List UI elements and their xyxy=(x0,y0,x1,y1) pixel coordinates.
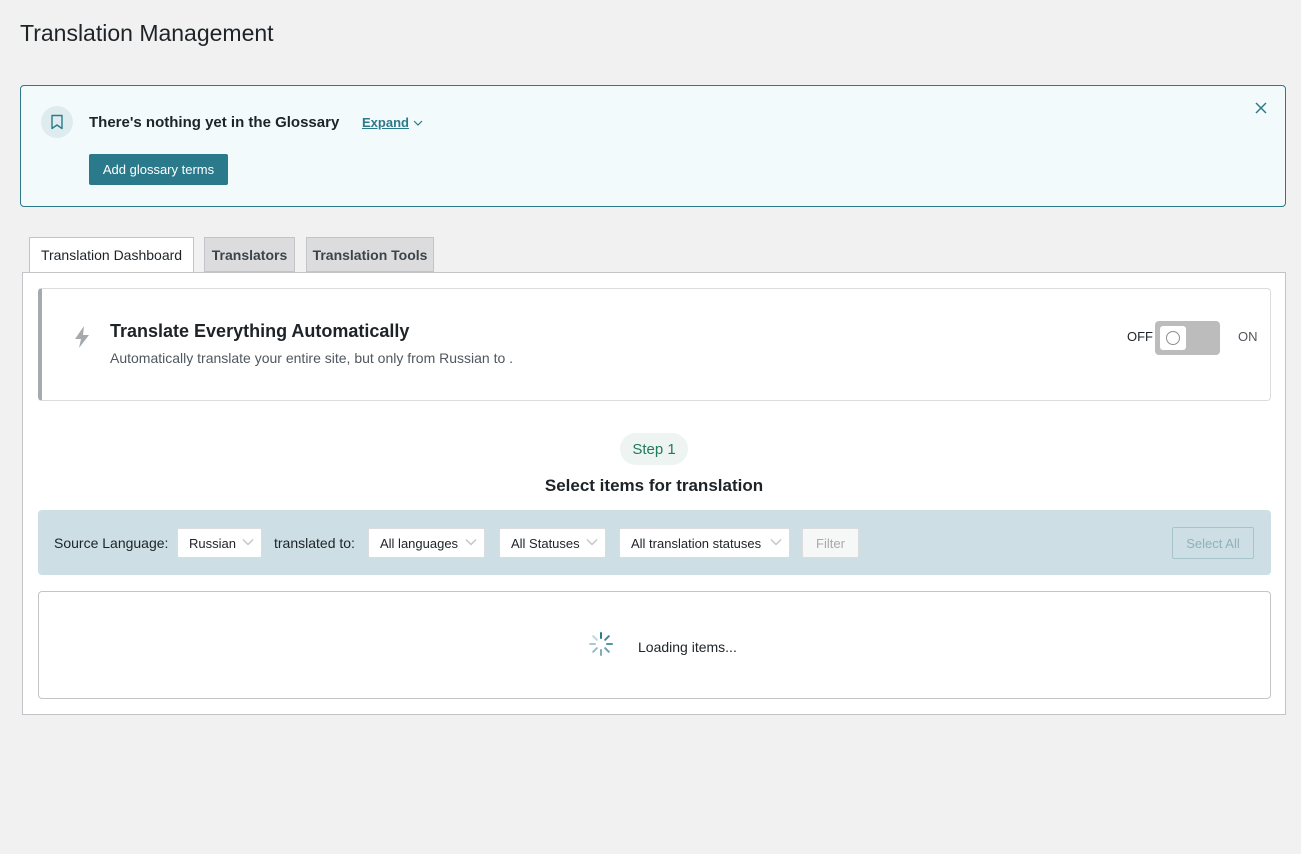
select-all-button[interactable]: Select All xyxy=(1172,527,1254,559)
translated-to-label: translated to: xyxy=(274,535,355,551)
glossary-notice-title: There's nothing yet in the Glossary xyxy=(89,114,340,131)
toggle-knob xyxy=(1160,326,1186,350)
auto-translate-title: Translate Everything Automatically xyxy=(110,321,410,341)
toggle-on-label: ON xyxy=(1238,329,1258,344)
source-language-value: Russian xyxy=(189,535,236,551)
step-heading: Select items for translation xyxy=(544,476,764,495)
target-language-select[interactable]: All languages xyxy=(368,528,485,558)
chevron-down-icon xyxy=(413,120,423,126)
add-glossary-terms-button[interactable]: Add glossary terms xyxy=(89,154,228,185)
status-select[interactable]: All Statuses xyxy=(499,528,606,558)
chevron-down-icon xyxy=(465,539,477,546)
translation-status-select[interactable]: All translation statuses xyxy=(619,528,790,558)
page-title: Translation Management xyxy=(20,20,274,46)
tab-translation-tools[interactable]: Translation Tools xyxy=(306,237,434,272)
expand-label: Expand xyxy=(362,115,409,130)
loading-text: Loading items... xyxy=(638,639,737,655)
chevron-down-icon xyxy=(770,539,782,546)
circle-icon xyxy=(1166,331,1180,345)
tab-translation-dashboard[interactable]: Translation Dashboard xyxy=(29,237,194,273)
status-value: All Statuses xyxy=(511,535,580,551)
target-language-value: All languages xyxy=(380,535,459,551)
lightning-icon xyxy=(75,326,89,348)
chevron-down-icon xyxy=(586,539,598,546)
spinner-icon xyxy=(589,632,613,656)
step-badge: Step 1 xyxy=(620,433,688,465)
auto-translate-toggle[interactable] xyxy=(1155,321,1220,355)
tab-translators[interactable]: Translators xyxy=(204,237,295,272)
bookmark-icon xyxy=(41,106,73,138)
source-language-label: Source Language: xyxy=(54,535,169,551)
filter-button[interactable]: Filter xyxy=(802,528,859,558)
expand-link[interactable]: Expand xyxy=(362,115,423,130)
chevron-down-icon xyxy=(242,539,254,546)
translate-automatically-box: Translate Everything Automatically Autom… xyxy=(38,288,1271,401)
auto-translate-description: Automatically translate your entire site… xyxy=(110,350,514,366)
filter-bar: Source Language: Russian translated to: … xyxy=(38,510,1271,575)
close-icon[interactable] xyxy=(1253,100,1269,116)
glossary-notice: There's nothing yet in the Glossary Expa… xyxy=(20,85,1286,207)
toggle-off-label: OFF xyxy=(1127,329,1153,344)
items-list: Loading items... xyxy=(38,591,1271,699)
translation-status-value: All translation statuses xyxy=(631,535,762,551)
source-language-select[interactable]: Russian xyxy=(177,528,262,558)
dashboard-panel: Translate Everything Automatically Autom… xyxy=(22,272,1286,715)
